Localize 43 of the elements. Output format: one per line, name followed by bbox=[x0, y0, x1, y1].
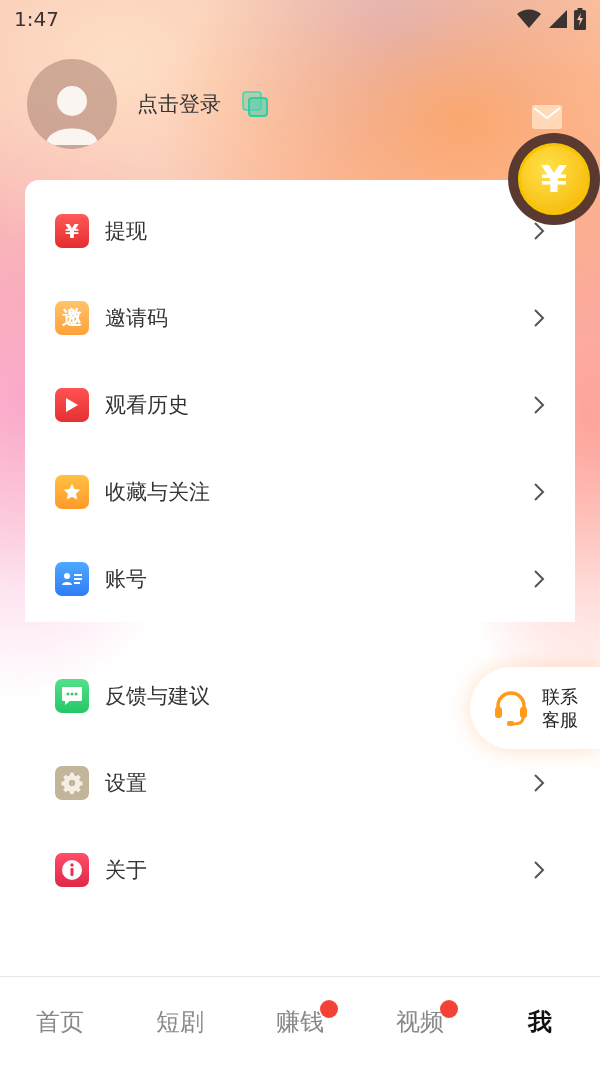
yuan-icon: ¥ bbox=[55, 213, 89, 248]
tab[interactable]: 首页 bbox=[0, 977, 120, 1066]
menu-item[interactable]: 账号 bbox=[25, 535, 575, 622]
login-link[interactable]: 点击登录 bbox=[137, 90, 221, 118]
tab[interactable]: 我 bbox=[480, 977, 600, 1066]
menu-label: 设置 bbox=[105, 769, 148, 797]
menu-item[interactable]: 关于 bbox=[25, 826, 575, 913]
wifi-icon bbox=[516, 9, 542, 29]
menu-label: 提现 bbox=[105, 217, 148, 245]
menu-item[interactable]: 反馈与建议 bbox=[25, 652, 415, 739]
menu-label: 关于 bbox=[105, 856, 148, 884]
headset-icon bbox=[492, 689, 530, 727]
chevron-icon bbox=[533, 481, 545, 502]
chevron-icon bbox=[533, 220, 545, 241]
status-time: 1:47 bbox=[14, 7, 59, 31]
info-icon bbox=[55, 852, 89, 887]
chevron-icon bbox=[533, 307, 545, 328]
menu-item[interactable]: 观看历史 bbox=[25, 361, 575, 448]
tab[interactable]: 短剧 bbox=[120, 977, 240, 1066]
copy-icon[interactable] bbox=[241, 90, 269, 118]
chevron-icon bbox=[533, 859, 545, 880]
signal-icon bbox=[548, 9, 568, 29]
invite-icon: 邀 bbox=[55, 300, 89, 335]
play-icon bbox=[55, 387, 89, 422]
battery-icon bbox=[574, 8, 586, 30]
tab[interactable]: 视频 bbox=[360, 977, 480, 1066]
support-label: 联系 客服 bbox=[542, 685, 578, 731]
chevron-icon bbox=[533, 394, 545, 415]
support-button[interactable]: 联系 客服 bbox=[470, 667, 600, 749]
chevron-icon bbox=[533, 772, 545, 793]
menu-label: 账号 bbox=[105, 565, 148, 593]
settings-icon bbox=[55, 765, 89, 800]
menu-label: 收藏与关注 bbox=[105, 478, 211, 506]
mail-icon[interactable] bbox=[532, 105, 562, 129]
id-card-icon bbox=[55, 561, 89, 596]
menu-label: 观看历史 bbox=[105, 391, 190, 419]
chevron-icon bbox=[533, 568, 545, 589]
menu-label: 反馈与建议 bbox=[105, 682, 211, 710]
menu-label: 邀请码 bbox=[105, 304, 169, 332]
menu-item[interactable]: 邀 邀请码 bbox=[25, 274, 575, 361]
chat-icon bbox=[55, 678, 89, 713]
menu-item[interactable]: 收藏与关注 bbox=[25, 448, 575, 535]
tab[interactable]: 赚钱 bbox=[240, 977, 360, 1066]
